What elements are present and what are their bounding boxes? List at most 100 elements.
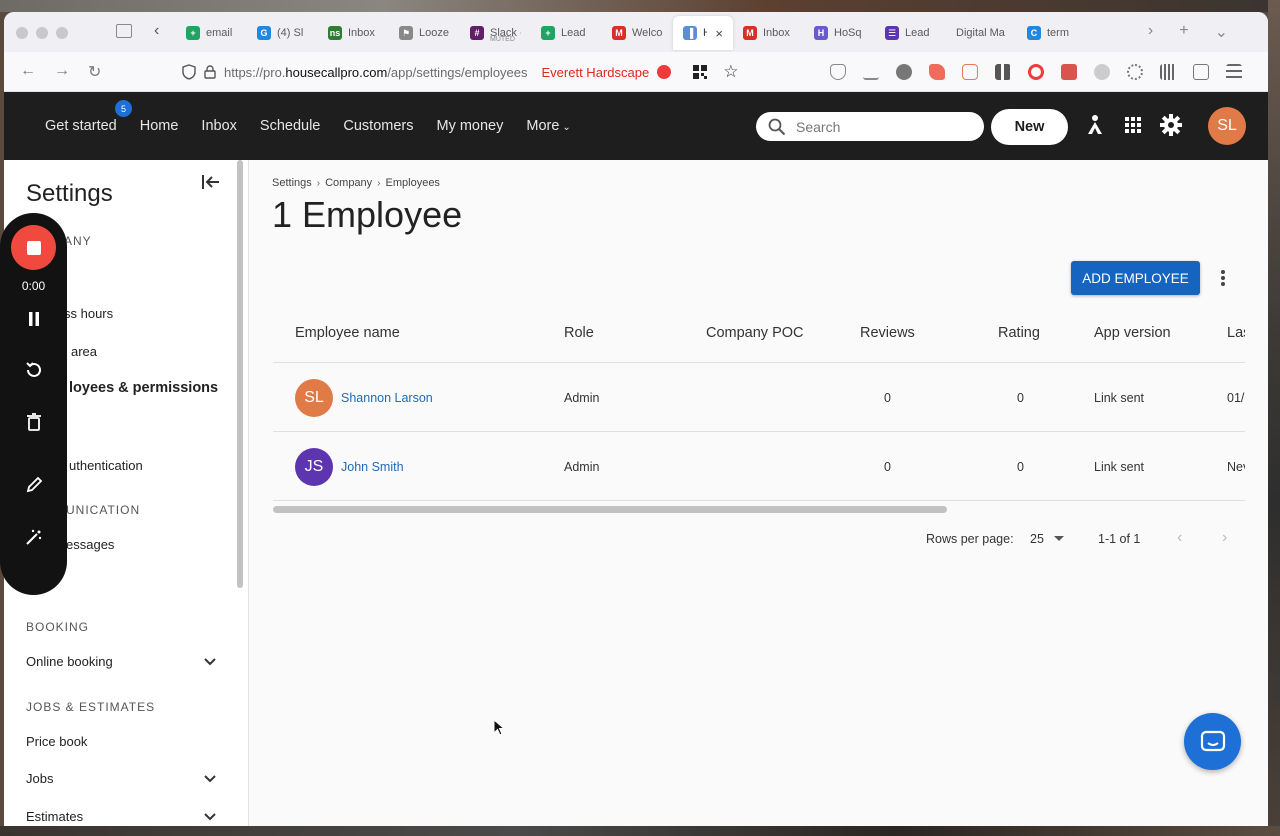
sidebar-scrollbar[interactable] xyxy=(237,160,243,588)
growth-person-icon[interactable] xyxy=(1086,114,1104,136)
pocket-icon[interactable] xyxy=(830,64,846,80)
puzzle-gear-icon[interactable] xyxy=(1127,64,1143,80)
pause-icon[interactable] xyxy=(23,308,45,330)
column-app-version[interactable]: App version xyxy=(1094,325,1171,341)
extension-box-icon[interactable] xyxy=(1061,64,1077,80)
apps-grid-icon[interactable] xyxy=(995,64,1011,80)
add-employee-button[interactable]: ADD EMPLOYEE xyxy=(1071,261,1200,295)
employee-rating: 0 xyxy=(1017,391,1024,405)
browser-tab[interactable]: ☰ Lead xyxy=(875,16,946,50)
column-reviews[interactable]: Reviews xyxy=(860,325,915,341)
table-horizontal-scrollbar[interactable] xyxy=(273,506,947,513)
column-company-poc[interactable]: Company POC xyxy=(706,325,804,341)
sidebar-item-authentication[interactable]: uthentication xyxy=(69,458,248,473)
next-page-icon[interactable]: › xyxy=(1222,529,1227,547)
extensions-puzzle-icon[interactable] xyxy=(1193,64,1209,80)
close-window-button[interactable] xyxy=(16,27,28,39)
employee-role: Admin xyxy=(564,460,600,474)
tab-controls: › + ⌄ xyxy=(1148,22,1228,42)
search-input[interactable] xyxy=(796,118,966,135)
browser-tab[interactable]: M Inbox xyxy=(733,16,804,50)
browser-tab[interactable]: # Slack - MUTED xyxy=(460,16,531,50)
extension-label[interactable]: Everett Hardscape xyxy=(542,65,650,80)
nav-item[interactable]: Customers xyxy=(343,118,413,134)
settings-gear-icon[interactable] xyxy=(1160,114,1182,136)
column-role[interactable]: Role xyxy=(564,325,594,341)
sidebar-item-service-area[interactable]: area xyxy=(71,344,248,359)
maximize-window-button[interactable] xyxy=(56,27,68,39)
effects-icon[interactable] xyxy=(23,526,45,548)
employee-name-link[interactable]: John Smith xyxy=(341,460,404,474)
nav-item[interactable]: My money xyxy=(436,118,503,134)
stop-recording-button[interactable] xyxy=(11,225,56,270)
close-tab-icon[interactable]: × xyxy=(715,26,723,41)
breadcrumb-settings[interactable]: Settings xyxy=(272,177,312,189)
sidebar-item-estimates[interactable]: Estimates xyxy=(26,809,216,824)
nav-item[interactable]: Home xyxy=(140,118,179,134)
sync-icon[interactable] xyxy=(962,64,978,80)
nav-item[interactable]: Inbox xyxy=(201,118,236,134)
k-extension-icon[interactable] xyxy=(1094,64,1110,80)
new-button[interactable]: New xyxy=(991,109,1068,145)
browser-tab[interactable]: H HoSq xyxy=(804,16,875,50)
prev-page-icon[interactable]: ‹ xyxy=(1177,529,1182,547)
sidebar-item-label: uthentication xyxy=(69,458,143,473)
back-icon[interactable]: ← xyxy=(20,62,36,80)
qr-code-icon[interactable] xyxy=(693,65,708,79)
address-bar[interactable]: https://pro.housecallpro.com/app/setting… xyxy=(176,58,786,86)
rows-per-page-select[interactable]: 25 xyxy=(1030,532,1064,546)
menu-hamburger-icon[interactable] xyxy=(1226,64,1242,80)
restart-icon[interactable] xyxy=(23,359,45,381)
tab-overview-icon[interactable] xyxy=(116,24,132,38)
tab-scroll-left-icon[interactable]: ‹ xyxy=(154,22,159,40)
tab-menu-chevron-icon[interactable]: ⌄ xyxy=(1215,22,1228,42)
opera-icon[interactable] xyxy=(1028,64,1044,80)
browser-tab[interactable]: ⚑ Looze xyxy=(389,16,460,50)
sidebar-item-business-hours[interactable]: ss hours xyxy=(64,306,248,321)
browser-tab[interactable]: + Lead xyxy=(531,16,602,50)
sidebar-item-employees-permissions[interactable]: loyees & permissions xyxy=(69,380,248,396)
window-controls xyxy=(16,27,68,39)
new-tab-icon[interactable]: + xyxy=(1179,22,1188,42)
nav-item-label: Customers xyxy=(343,118,414,134)
column-last[interactable]: Las xyxy=(1227,325,1245,341)
browser-tab[interactable]: Digital Ma xyxy=(946,16,1017,50)
honey-icon[interactable] xyxy=(896,64,912,80)
column-rating[interactable]: Rating xyxy=(998,325,1040,341)
browser-tab[interactable]: Cterm xyxy=(1017,16,1088,50)
user-avatar[interactable]: SL xyxy=(1208,107,1246,145)
browser-tab[interactable]: + email xyxy=(176,16,247,50)
sidebar-item-price-book[interactable]: Price book xyxy=(26,734,216,749)
browser-tab[interactable]: G (4) Sl xyxy=(247,16,318,50)
table-row[interactable]: JS John Smith Admin 0 0 Link sent Nev xyxy=(273,432,1245,501)
reload-icon[interactable]: ↻ xyxy=(88,62,101,82)
column-employee-name[interactable]: Employee name xyxy=(295,325,400,341)
more-options-icon[interactable] xyxy=(1217,267,1229,289)
browser-tab[interactable]: M Welco xyxy=(602,16,673,50)
collapse-sidebar-icon[interactable] xyxy=(202,174,220,190)
pencil-icon[interactable] xyxy=(23,474,45,496)
tab-scroll-right-icon[interactable]: › xyxy=(1148,22,1153,42)
download-icon[interactable] xyxy=(863,64,879,80)
search-box[interactable] xyxy=(756,112,984,141)
extension-red-icon[interactable] xyxy=(929,64,945,80)
nav-item[interactable]: Get started 5 xyxy=(45,100,132,134)
sidebar-item-messages[interactable]: essages xyxy=(66,537,248,552)
browser-tab[interactable]: ns Inbox xyxy=(318,16,389,50)
forward-icon[interactable]: → xyxy=(54,62,70,80)
minimize-window-button[interactable] xyxy=(36,27,48,39)
breadcrumb-company[interactable]: Company xyxy=(325,177,372,189)
employee-name-link[interactable]: Shannon Larson xyxy=(341,391,433,405)
library-icon[interactable] xyxy=(1160,64,1176,80)
bookmark-star-icon[interactable]: ☆ xyxy=(723,62,738,82)
nav-item[interactable]: More ⌄ xyxy=(526,118,570,134)
table-row[interactable]: SL Shannon Larson Admin 0 0 Link sent 01… xyxy=(273,363,1245,432)
apps-grid-icon[interactable] xyxy=(1125,117,1141,133)
chat-launcher-button[interactable] xyxy=(1184,713,1241,770)
sidebar-item-jobs[interactable]: Jobs xyxy=(26,771,216,786)
browser-tab[interactable]: ▐ Ho × xyxy=(673,16,733,50)
trash-icon[interactable] xyxy=(23,411,45,433)
sidebar-item-label: essages xyxy=(66,537,115,552)
nav-item[interactable]: Schedule xyxy=(260,118,320,134)
sidebar-item-online-booking[interactable]: Online booking xyxy=(26,654,216,669)
